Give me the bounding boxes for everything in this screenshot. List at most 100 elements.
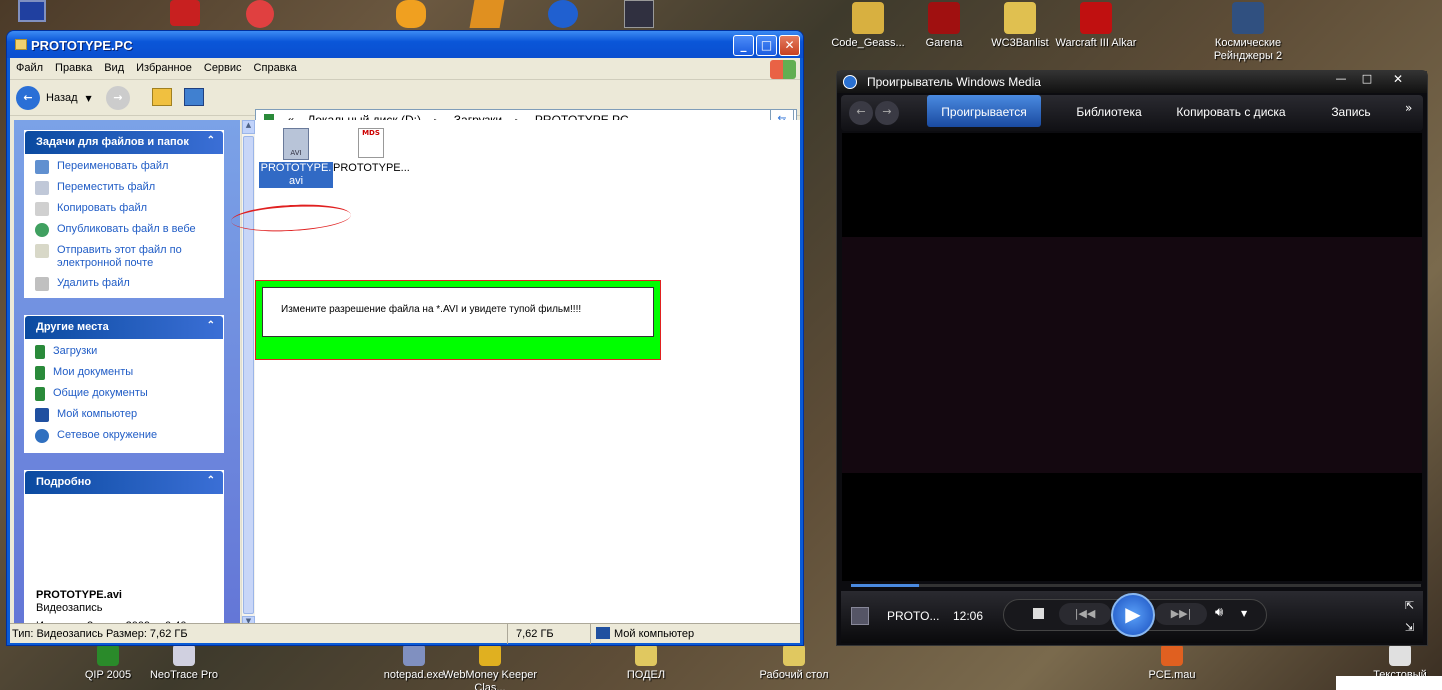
folder-up-icon[interactable] (152, 88, 172, 106)
task-publish[interactable]: Опубликовать файл в вебе (35, 223, 223, 237)
desktop-icon-label: ПОДЕЛ (626, 669, 666, 681)
collapse-icon[interactable]: ⌃ (207, 320, 215, 331)
forward-button[interactable]: → (875, 101, 899, 125)
tab-rip[interactable]: Копировать с диска (1171, 95, 1291, 127)
volume-dropdown-icon[interactable]: ▼ (1241, 609, 1247, 618)
status-location: Мой компьютер (614, 628, 695, 640)
tab-label: Запись (1331, 105, 1371, 119)
task-delete[interactable]: Удалить файл (35, 277, 223, 291)
place-shared-documents[interactable]: Общие документы (35, 387, 223, 401)
video-area[interactable] (842, 133, 1422, 581)
chevron-down-icon: ▼ (85, 93, 92, 103)
tab-library[interactable]: Библиотека (1067, 95, 1151, 127)
desktop-icon-calendar[interactable] (624, 0, 654, 28)
desktop-icon-media[interactable] (548, 0, 578, 28)
details-panel-header[interactable]: Подробно ⌃ (25, 471, 223, 494)
task-copy[interactable]: Копировать файл (35, 202, 223, 216)
desktop-icon-eight[interactable] (246, 0, 274, 28)
vertical-scrollbar[interactable]: ▲ ▼ (241, 120, 255, 640)
forward-button[interactable]: → (106, 86, 130, 110)
places-panel-header[interactable]: Другие места ⌃ (25, 316, 223, 339)
desktop-icon[interactable]: PCE.mau (1124, 644, 1220, 690)
menu-item[interactable]: Избранное (130, 58, 198, 74)
delete-icon (35, 277, 49, 291)
desktop-icon[interactable]: WebMoney Keeper Clas... (442, 644, 538, 690)
scroll-thumb[interactable] (243, 136, 254, 614)
previous-button[interactable]: |◀◀ (1059, 603, 1111, 625)
desktop-icon[interactable]: NeoTrace Pro (136, 644, 232, 690)
maximize-button[interactable]: □ (756, 35, 777, 56)
next-button[interactable]: ▶▶| (1155, 603, 1207, 625)
task-label: Переместить файл (57, 181, 156, 193)
play-button[interactable]: ▶ (1111, 593, 1155, 637)
desktop-icon[interactable]: Warcraft III Alkar (1048, 2, 1144, 50)
desktop-icon[interactable]: Космические Рейнджеры 2 (1200, 2, 1296, 63)
place-downloads[interactable]: Загрузки (35, 345, 223, 359)
rename-icon (35, 160, 49, 174)
tab-now-playing[interactable]: Проигрывается (927, 95, 1041, 127)
collapse-icon[interactable]: ⌃ (207, 475, 215, 486)
back-button[interactable]: ← (849, 101, 873, 125)
desktop-icon-image (928, 2, 960, 34)
scroll-up-button[interactable]: ▲ (242, 120, 255, 134)
place-my-documents[interactable]: Мои документы (35, 366, 223, 380)
file-item-mds[interactable]: MDS PROTOTYPE... (333, 124, 410, 174)
status-divider (507, 624, 508, 644)
details-filename: PROTOTYPE.avi (36, 589, 122, 601)
task-move[interactable]: Переместить файл (35, 181, 223, 195)
stop-button[interactable] (1033, 608, 1044, 619)
playback-controls: PROTO... 12:06 |◀◀ ▶ ▶▶| 🔊︎ ▼ ⇱ ⇲ (841, 591, 1423, 643)
minimize-button[interactable]: — (1329, 72, 1353, 90)
computer-icon (596, 627, 610, 639)
annotation-inner: Измените разрешение файла на *.AVI и уви… (262, 287, 654, 337)
close-button[interactable]: ✕ (1383, 72, 1413, 90)
seek-progress (851, 584, 920, 587)
close-button[interactable]: ✕ (779, 35, 800, 56)
desktop-icon-monitor[interactable] (18, 0, 46, 22)
places-panel: Другие места ⌃ Загрузки Мои документы Общ… (24, 315, 224, 453)
desktop-icon[interactable]: ПОДЕЛ (598, 644, 694, 690)
more-tabs-icon[interactable]: » (1405, 101, 1412, 115)
details-panel: Подробно ⌃ PROTOTYPE.avi Видеозапись Изме… (24, 470, 224, 640)
menu-item[interactable]: Файл (10, 58, 49, 74)
place-network[interactable]: Сетевое окружение (35, 429, 223, 443)
place-my-computer[interactable]: Мой компьютер (35, 408, 223, 422)
compact-mode-icon[interactable]: ⇲ (1405, 621, 1414, 634)
explorer-title: PROTOTYPE.PC (7, 31, 803, 58)
tasks-title: Задачи для файлов и папок (36, 136, 189, 148)
tab-burn[interactable]: Запись (1323, 95, 1379, 127)
volume-icon[interactable]: 🔊︎ (1215, 605, 1223, 620)
task-email[interactable]: Отправить этот файл по электронной почте (35, 244, 223, 270)
file-name: PROTOTYPE.avi (259, 162, 333, 188)
desktop-icon-image (1232, 2, 1264, 34)
views-icon[interactable] (184, 88, 204, 106)
back-label: Назад (46, 92, 78, 104)
menu-item[interactable]: Вид (98, 58, 130, 74)
file-name: PROTOTYPE... (333, 162, 410, 174)
desktop-icon-winamp[interactable] (469, 0, 505, 28)
task-rename[interactable]: Переименовать файл (35, 160, 223, 174)
file-item-avi[interactable]: AVI PROTOTYPE.avi (259, 124, 333, 188)
maximize-button[interactable]: □ (1355, 72, 1379, 90)
tab-label: Проигрывается (941, 105, 1027, 119)
minimize-button[interactable]: _ (733, 35, 754, 56)
media-player-icon (843, 75, 857, 89)
place-label: Загрузки (53, 345, 98, 357)
collapse-icon[interactable]: ⌃ (207, 135, 215, 146)
folder-icon (15, 39, 27, 50)
desktop-icon[interactable]: Рабочий стол (746, 644, 842, 690)
fullscreen-icon[interactable]: ⇱ (1405, 599, 1414, 612)
back-button[interactable]: ← Назад ▼ (16, 86, 96, 110)
seek-bar[interactable] (851, 584, 1421, 587)
menu-item[interactable]: Правка (49, 58, 98, 74)
menu-item[interactable]: Сервис (198, 58, 248, 74)
tasks-panel-header[interactable]: Задачи для файлов и папок ⌃ (25, 131, 223, 154)
menu-item[interactable]: Справка (248, 58, 303, 74)
desktop-icon-red[interactable] (170, 0, 200, 26)
desktop-icon-orange[interactable] (396, 0, 426, 28)
desktop-icon-label: WebMoney Keeper Clas... (443, 669, 537, 690)
tab-label: Копировать с диска (1176, 105, 1286, 119)
place-label: Мой компьютер (57, 408, 138, 420)
places-title: Другие места (36, 321, 109, 333)
annotation-text: Измените разрешение файла на *.AVI и уви… (281, 304, 582, 315)
